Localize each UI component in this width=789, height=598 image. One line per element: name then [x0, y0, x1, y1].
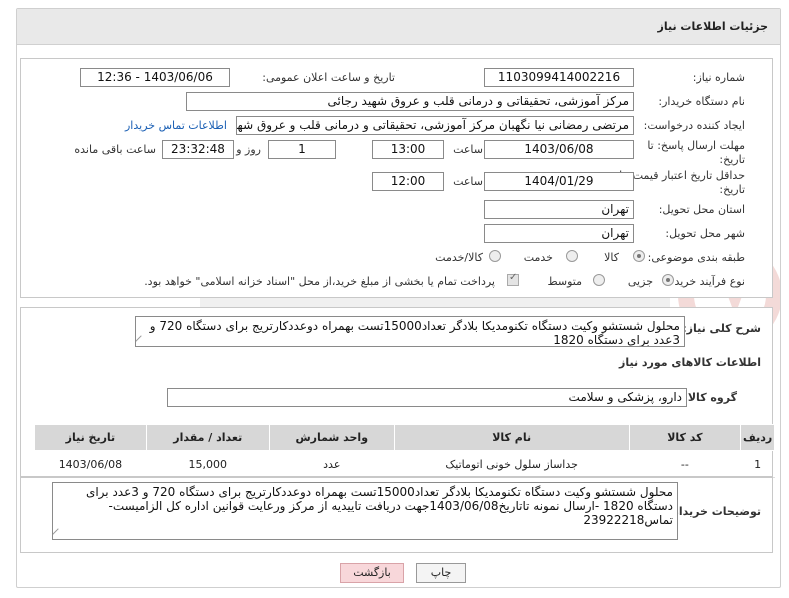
- buyer-contact-link[interactable]: اطلاعات تماس خریدار: [125, 119, 227, 132]
- buyer-label: نام دستگاه خریدار:: [658, 95, 745, 108]
- col-goods-name: نام کالا: [393, 424, 630, 451]
- process-option-medium: متوسط: [547, 275, 582, 288]
- page-title: جزئیات اطلاعات نیاز: [657, 20, 769, 33]
- province-field: تهران: [484, 200, 634, 219]
- back-button[interactable]: بازگشت: [340, 563, 404, 583]
- cell-unit: عدد: [269, 450, 395, 478]
- card-header: جزئیات اطلاعات نیاز: [17, 9, 780, 45]
- category-radio-both[interactable]: [489, 250, 501, 262]
- col-quantity: تعداد / مقدار: [145, 424, 270, 451]
- summary-textarea[interactable]: محلول شستشو وکیت دستگاه تکنومدیکا بلادگر…: [135, 316, 685, 347]
- group-label: گروه کالا:: [683, 391, 737, 404]
- city-label: شهر محل تحویل:: [665, 227, 745, 240]
- summary-label: شرح کلی نیاز:: [682, 322, 761, 335]
- cell-need-date: 1403/06/08: [34, 450, 147, 478]
- validity-date-field: 1404/01/29: [484, 172, 634, 191]
- buyer-notes-text: محلول شستشو وکیت دستگاه تکنومدیکا بلادگر…: [85, 485, 673, 527]
- buyer-notes-textarea[interactable]: محلول شستشو وکیت دستگاه تکنومدیکا بلادگر…: [52, 482, 678, 540]
- creator-label: ایجاد کننده درخواست:: [643, 119, 745, 132]
- announce-label: تاریخ و ساعت اعلان عمومی:: [262, 71, 395, 84]
- category-option-both: کالا/خدمت: [435, 251, 483, 264]
- deadline-time-label: ساعت: [453, 143, 483, 156]
- process-label: نوع فرآیند خرید :: [667, 275, 745, 288]
- need-number-field: 1103099414002216: [484, 68, 634, 87]
- days-field: 1: [268, 140, 336, 159]
- validity-time-field: 12:00: [372, 172, 444, 191]
- remaining-time-field: 23:32:48: [162, 140, 234, 159]
- category-option-service: خدمت: [523, 251, 553, 264]
- resize-handle-icon[interactable]: [136, 335, 147, 346]
- city-field: تهران: [484, 224, 634, 243]
- treasury-checkbox[interactable]: [507, 272, 519, 286]
- buyer-notes-label: توضیحات خریدار:: [668, 505, 761, 518]
- validity-time-label: ساعت: [453, 175, 483, 188]
- category-label: طبقه بندی موضوعی:: [647, 251, 745, 264]
- process-radio-minor[interactable]: [662, 274, 674, 286]
- col-unit: واحد شمارش: [268, 424, 395, 451]
- validity-label: حداقل تاریخ اعتبار قیمت: تا: [619, 169, 745, 182]
- buyer-field: مرکز آموزشی، تحقیقاتی و درمانی قلب و عرو…: [186, 92, 634, 111]
- process-option-minor: جزیی: [627, 275, 653, 288]
- goods-table: ردیف کد کالا نام کالا واحد شمارش تعداد /…: [34, 424, 775, 478]
- cell-goods-code: --: [629, 450, 741, 478]
- announce-field: 1403/06/06 - 12:36: [80, 68, 230, 87]
- deadline-label: مهلت ارسال پاسخ: تا: [647, 139, 745, 152]
- col-goods-code: کد کالا: [628, 424, 742, 451]
- need-number-label: شماره نیاز:: [692, 71, 745, 84]
- validity-label-date: تاریخ:: [719, 183, 745, 196]
- category-radio-goods[interactable]: [633, 250, 645, 262]
- cell-row-number: 1: [740, 450, 775, 478]
- deadline-label-date: تاریخ:: [719, 153, 745, 166]
- category-option-goods: کالا: [604, 251, 619, 264]
- payment-note: پرداخت تمام یا بخشی از مبلغ خرید،از محل …: [144, 275, 495, 288]
- goods-info-title: اطلاعات کالاهای مورد نیاز: [619, 356, 761, 369]
- deadline-time-field: 13:00: [372, 140, 444, 159]
- table-header-row: ردیف کد کالا نام کالا واحد شمارش تعداد /…: [34, 424, 775, 451]
- process-radio-medium[interactable]: [593, 274, 605, 286]
- days-label: روز و: [236, 143, 261, 156]
- deadline-date-field: 1403/06/08: [484, 140, 634, 159]
- category-radio-service[interactable]: [566, 250, 578, 262]
- col-need-date: تاریخ نیاز: [34, 424, 147, 451]
- cell-goods-name: جداساز سلول خونی اتوماتیک: [394, 450, 629, 478]
- cell-quantity: 15,000: [146, 450, 270, 478]
- summary-text: محلول شستشو وکیت دستگاه تکنومدیکا بلادگر…: [149, 319, 680, 347]
- group-field: دارو، پزشکی و سلامت: [167, 388, 687, 407]
- print-button[interactable]: چاپ: [416, 563, 466, 583]
- remaining-label: ساعت باقی مانده: [74, 143, 156, 156]
- col-row-number: ردیف: [740, 424, 775, 451]
- resize-handle-icon[interactable]: [53, 528, 64, 539]
- province-label: استان محل تحویل:: [658, 203, 745, 216]
- creator-field: مرتضی رمضانی نیا نگهبان مرکز آموزشی، تحق…: [236, 116, 634, 135]
- table-row[interactable]: 1 -- جداساز سلول خونی اتوماتیک عدد 15,00…: [34, 450, 775, 478]
